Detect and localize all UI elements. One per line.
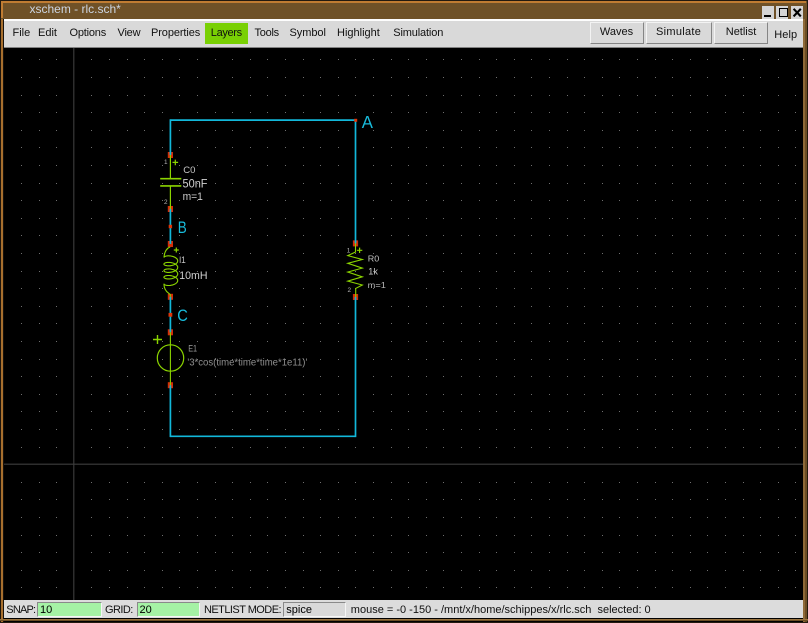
svg-text:1: 1 <box>347 247 351 254</box>
svg-text:A: A <box>362 112 374 132</box>
svg-text:R0: R0 <box>368 254 380 264</box>
svg-text:2: 2 <box>347 287 351 294</box>
svg-text:50nF: 50nF <box>183 178 208 190</box>
svg-text:B: B <box>178 218 187 237</box>
svg-text:2: 2 <box>164 199 168 206</box>
svg-text:l1: l1 <box>179 255 186 265</box>
svg-text:m=1: m=1 <box>183 191 203 203</box>
svg-text:C0: C0 <box>183 165 195 175</box>
svg-text:C: C <box>177 307 188 325</box>
svg-text:1k: 1k <box>368 267 378 277</box>
svg-text:m=1: m=1 <box>368 280 387 290</box>
svg-text:'3*cos(time*time*time*1e11)': '3*cos(time*time*time*1e11)' <box>187 357 307 369</box>
svg-text:10mH: 10mH <box>179 270 207 282</box>
svg-text:E1: E1 <box>188 344 197 354</box>
svg-text:1: 1 <box>164 159 168 166</box>
